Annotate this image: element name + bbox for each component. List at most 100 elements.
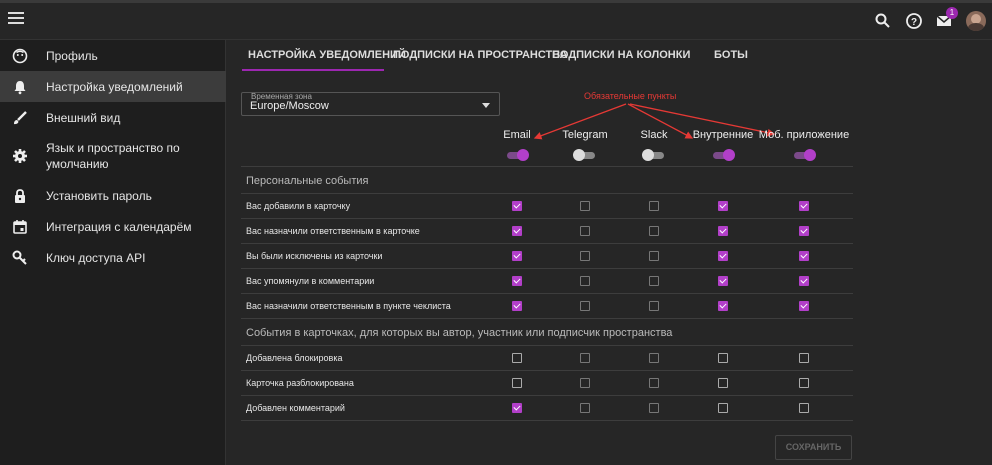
toggle-email[interactable] <box>505 148 529 162</box>
tab-space-subscriptions[interactable]: ПОДПИСКИ НА ПРОСТРАНСТВА <box>393 40 568 70</box>
toggle-internal[interactable] <box>711 148 735 162</box>
row-label: Вас упомянули в комментарии <box>246 276 375 286</box>
sidebar-item-profile[interactable]: Профиль <box>0 40 226 71</box>
checkbox-internal[interactable] <box>718 378 728 388</box>
checkbox-email[interactable] <box>512 353 522 363</box>
sidebar-item-language[interactable]: Язык и пространство по умолчанию <box>0 133 226 178</box>
smile-icon <box>12 48 28 63</box>
checkbox-mobile[interactable] <box>799 378 809 388</box>
checkbox-mobile[interactable] <box>799 201 809 211</box>
checkbox-telegram[interactable] <box>580 403 590 413</box>
checkbox-slack[interactable] <box>649 251 659 261</box>
search-icon[interactable] <box>873 11 893 31</box>
section-title: События в карточках, для которых вы авто… <box>246 327 673 339</box>
checkbox-email[interactable] <box>512 276 522 286</box>
checkbox-slack[interactable] <box>649 403 659 413</box>
checkbox-mobile[interactable] <box>799 251 809 261</box>
checkbox-mobile[interactable] <box>799 353 809 363</box>
row-label: Вы были исключены из карточки <box>246 251 383 261</box>
checkbox-telegram[interactable] <box>580 201 590 211</box>
sidebar-item-calendar[interactable]: Интеграция с календарём <box>0 211 226 242</box>
tab-bots[interactable]: БОТЫ <box>714 40 748 70</box>
checkbox-internal[interactable] <box>718 353 728 363</box>
row-label: Вас назначили ответственным в пункте чек… <box>246 301 451 311</box>
row-label: Вас добавили в карточку <box>246 201 351 211</box>
row-divider <box>241 243 853 244</box>
row-label: Добавлен комментарий <box>246 403 345 413</box>
calendar-icon <box>13 219 27 234</box>
save-button[interactable]: СОХРАНИТЬ <box>775 435 852 460</box>
sidebar-item-label: Установить пароль <box>46 188 152 203</box>
row-label: Вас назначили ответственным в карточке <box>246 226 420 236</box>
timezone-value: Europe/Moscow <box>250 100 329 112</box>
menu-icon[interactable] <box>8 12 24 28</box>
checkbox-slack[interactable] <box>649 276 659 286</box>
checkbox-mobile[interactable] <box>799 403 809 413</box>
checkbox-internal[interactable] <box>718 201 728 211</box>
checkbox-telegram[interactable] <box>580 276 590 286</box>
lock-icon <box>15 188 25 203</box>
svg-text:?: ? <box>911 17 917 28</box>
section-title: Персональные события <box>246 175 369 187</box>
checkbox-email[interactable] <box>512 378 522 388</box>
row-divider <box>241 293 853 294</box>
checkbox-telegram[interactable] <box>580 226 590 236</box>
tab-column-subscriptions[interactable]: ПОДПИСКИ НА КОЛОНКИ <box>552 40 690 70</box>
checkbox-slack[interactable] <box>649 201 659 211</box>
sidebar-item-label: Интеграция с календарём <box>46 219 192 234</box>
checkbox-internal[interactable] <box>718 403 728 413</box>
avatar[interactable] <box>966 11 986 31</box>
checkbox-slack[interactable] <box>649 226 659 236</box>
sidebar-item-label: Профиль <box>46 48 98 63</box>
checkbox-internal[interactable] <box>718 226 728 236</box>
row-divider <box>241 166 853 167</box>
checkbox-slack[interactable] <box>649 301 659 311</box>
checkbox-telegram[interactable] <box>580 251 590 261</box>
row-divider <box>241 318 853 319</box>
toggle-mobile-app[interactable] <box>792 148 816 162</box>
checkbox-telegram[interactable] <box>580 301 590 311</box>
row-divider <box>241 345 853 346</box>
help-icon[interactable]: ? <box>904 11 924 31</box>
sidebar-item-api-key[interactable]: Ключ доступа API <box>0 242 226 273</box>
checkbox-slack[interactable] <box>649 378 659 388</box>
sidebar-item-label: Ключ доступа API <box>46 250 146 265</box>
row-divider <box>241 268 853 269</box>
sidebar-item-password[interactable]: Установить пароль <box>0 180 226 211</box>
checkbox-internal[interactable] <box>718 276 728 286</box>
timezone-select[interactable]: Временная зона Europe/Moscow <box>241 92 500 116</box>
checkbox-internal[interactable] <box>718 251 728 261</box>
active-tab-indicator <box>242 69 384 71</box>
bell-icon <box>14 80 26 94</box>
sidebar-item-notifications[interactable]: Настройка уведомлений <box>0 71 226 102</box>
checkbox-email[interactable] <box>512 226 522 236</box>
sidebar-item-appearance[interactable]: Внешний вид <box>0 102 226 133</box>
brush-icon <box>14 110 27 124</box>
checkbox-mobile[interactable] <box>799 301 809 311</box>
checkbox-mobile[interactable] <box>799 276 809 286</box>
sidebar: Профиль Настройка уведомлений Внешний ви… <box>0 40 226 465</box>
sidebar-item-label: Настройка уведомлений <box>46 79 183 94</box>
chevron-down-icon <box>482 103 490 108</box>
checkbox-email[interactable] <box>512 201 522 211</box>
main-content: НАСТРОЙКА УВЕДОМЛЕНИЙ ПОДПИСКИ НА ПРОСТР… <box>226 40 992 465</box>
checkbox-telegram[interactable] <box>580 378 590 388</box>
checkbox-telegram[interactable] <box>580 353 590 363</box>
sidebar-item-label: Язык и пространство по умолчанию <box>46 140 180 171</box>
row-divider <box>241 193 853 194</box>
checkbox-email[interactable] <box>512 251 522 261</box>
toggle-slack[interactable] <box>642 148 666 162</box>
checkbox-email[interactable] <box>512 301 522 311</box>
tab-notification-settings[interactable]: НАСТРОЙКА УВЕДОМЛЕНИЙ <box>248 40 406 70</box>
checkbox-email[interactable] <box>512 403 522 413</box>
row-divider <box>241 218 853 219</box>
checkbox-mobile[interactable] <box>799 226 809 236</box>
toggle-telegram[interactable] <box>573 148 597 162</box>
checkbox-internal[interactable] <box>718 301 728 311</box>
gear-icon <box>13 148 27 163</box>
checkbox-slack[interactable] <box>649 353 659 363</box>
notification-badge: 1 <box>946 7 958 19</box>
row-divider <box>241 370 853 371</box>
column-mobile-app: Моб. приложение <box>758 129 850 141</box>
top-strip <box>0 0 992 3</box>
